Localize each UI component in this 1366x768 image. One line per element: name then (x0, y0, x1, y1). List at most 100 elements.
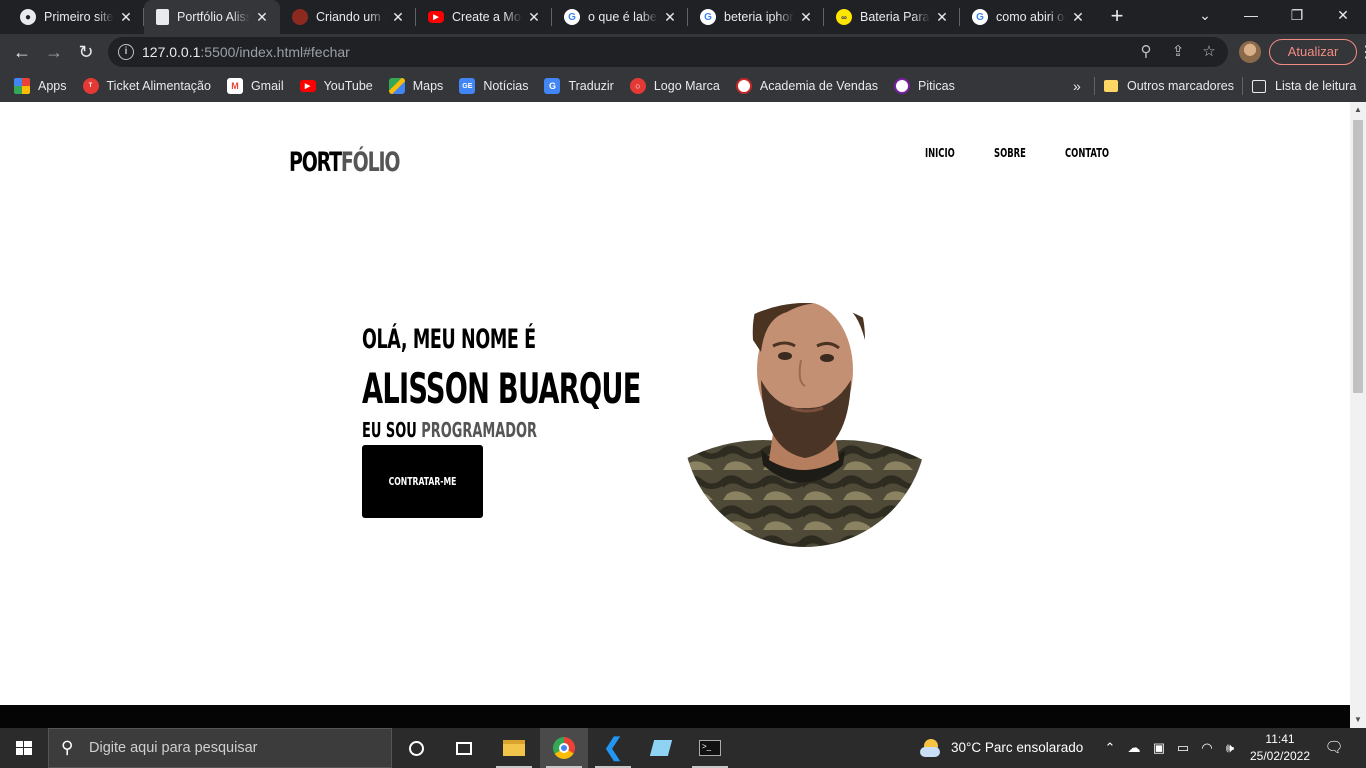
avatar-icon (292, 9, 308, 25)
youtube-icon: ▶ (299, 80, 316, 92)
reading-list-icon (1252, 79, 1266, 93)
bookmark-logo-marca[interactable]: ○ Logo Marca (629, 78, 720, 94)
address-bar[interactable]: i 127.0.0.1:5500/index.html#fechar ⚲ ⇪ ☆ (108, 37, 1228, 67)
tab-beteria[interactable]: G beteria iphone ✕ (688, 0, 824, 34)
tab-strip: ● Primeiro site ✕ Portfólio Alisson ✕ Cr… (0, 0, 1366, 34)
volume-icon[interactable]: 🕪 (1221, 739, 1239, 757)
forward-arrow-icon[interactable]: → (40, 38, 68, 66)
tab-como-abrir[interactable]: G como abiri ou ✕ (960, 0, 1096, 34)
tab-create-modal[interactable]: ▶ Create a Modal ✕ (416, 0, 552, 34)
profile-avatar[interactable] (1239, 41, 1261, 63)
hero-greeting: OLÁ, MEU NOME É (362, 324, 536, 355)
maps-icon (388, 78, 405, 94)
nav-link-inicio[interactable]: INICIO (925, 146, 955, 160)
vscode-icon[interactable]: ❮ (589, 728, 637, 768)
back-arrow-icon[interactable]: ← (8, 38, 36, 66)
nav-link-contato[interactable]: CONTATO (1065, 146, 1109, 160)
tab-title: beteria iphone (724, 10, 794, 24)
notes-app-icon[interactable] (637, 728, 685, 768)
search-icon: ⚲ (61, 738, 74, 757)
tab-criando-modal[interactable]: Criando um modal ✕ (280, 0, 416, 34)
tab-title: Criando um modal (316, 10, 386, 24)
windows-taskbar: ⚲ Digite aqui para pesquisar ❮ >_ 30°C P… (0, 728, 1366, 768)
google-icon: G (700, 9, 716, 25)
close-icon[interactable]: ✕ (662, 9, 678, 25)
logo-marca-icon: ○ (629, 78, 646, 94)
bookmark-ticket[interactable]: T Ticket Alimentação (82, 78, 211, 94)
reading-list[interactable]: Lista de leitura (1252, 70, 1356, 102)
bookmark-apps[interactable]: Apps (14, 78, 67, 94)
close-icon[interactable]: ✕ (934, 9, 950, 25)
url-text[interactable]: 127.0.0.1:5500/index.html#fechar (142, 44, 350, 60)
share-icon[interactable]: ⇪ (1169, 43, 1187, 61)
tab-primeiro-site[interactable]: ● Primeiro site ✕ (8, 0, 144, 34)
youtube-icon: ▶ (428, 11, 444, 23)
page-icon (156, 9, 169, 25)
notifications-icon[interactable]: 🗨 (1324, 739, 1344, 757)
scrollbar-thumb[interactable] (1353, 120, 1363, 393)
nav-link-sobre[interactable]: SOBRE (994, 146, 1026, 160)
meet-now-icon[interactable]: ▣ (1150, 739, 1168, 757)
google-icon: G (972, 9, 988, 25)
tab-search-icon[interactable]: ⌄ (1182, 0, 1228, 30)
bookmark-maps[interactable]: Maps (388, 78, 443, 94)
close-icon[interactable]: ✕ (526, 9, 542, 25)
chrome-taskbar-icon[interactable] (540, 728, 588, 768)
bookmark-academia[interactable]: Academia de Vendas (735, 78, 878, 94)
hire-me-button[interactable]: CONTRATAR-ME (362, 445, 483, 518)
restore-icon[interactable]: ❐ (1274, 0, 1320, 30)
weather-icon[interactable] (920, 737, 942, 759)
tab-title: o que é label (588, 10, 658, 24)
folder-icon (1104, 80, 1118, 92)
hero-name: ALISSON BUARQUE (362, 364, 641, 413)
gmail-icon: M (226, 78, 243, 94)
more-bookmarks-icon[interactable]: » (1073, 70, 1081, 102)
reload-icon[interactable]: ↻ (72, 38, 100, 66)
site-info-icon[interactable]: i (118, 44, 134, 60)
close-icon[interactable]: ✕ (118, 9, 134, 25)
close-icon[interactable]: ✕ (1070, 9, 1086, 25)
scroll-up-icon[interactable]: ▲ (1350, 102, 1366, 118)
close-icon[interactable]: ✕ (798, 9, 814, 25)
close-icon[interactable]: ✕ (390, 9, 406, 25)
tab-title: como abiri ou (996, 10, 1066, 24)
tab-title: Primeiro site (44, 10, 114, 24)
other-bookmarks[interactable]: Outros marcadores (1104, 70, 1234, 102)
update-button[interactable]: Atualizar (1269, 39, 1357, 65)
cortana-icon[interactable] (392, 728, 440, 768)
close-window-icon[interactable]: ✕ (1320, 0, 1366, 30)
tab-bateria[interactable]: ∞ Bateria Para iPhone ✕ (824, 0, 960, 34)
weather-text[interactable]: 30°C Parc ensolarado (951, 740, 1083, 755)
terminal-icon[interactable]: >_ (686, 728, 734, 768)
page-scrollbar[interactable]: ▲ ▼ (1350, 102, 1366, 728)
windows-start-button[interactable] (0, 728, 48, 768)
chevron-up-icon[interactable]: ⌃ (1101, 739, 1119, 757)
zoom-icon[interactable]: ⚲ (1137, 43, 1155, 61)
tab-title: Create a Modal (452, 10, 522, 24)
file-explorer-icon[interactable] (490, 728, 538, 768)
bookmark-traduzir[interactable]: G Traduzir (544, 78, 614, 94)
scroll-down-icon[interactable]: ▼ (1350, 712, 1366, 728)
bookmark-gmail[interactable]: M Gmail (226, 78, 284, 94)
site-logo[interactable]: PORTFÓLIO (289, 147, 400, 178)
task-view-icon[interactable] (440, 728, 488, 768)
bookmark-star-icon[interactable]: ☆ (1200, 43, 1218, 61)
kebab-menu-icon[interactable]: ⋮ (1358, 42, 1366, 62)
tab-label[interactable]: G o que é label ✕ (552, 0, 688, 34)
minimize-icon[interactable]: — (1228, 0, 1274, 30)
onedrive-icon[interactable]: ☁ (1125, 739, 1143, 757)
tab-portfolio[interactable]: Portfólio Alisson ✕ (144, 0, 280, 34)
bookmark-noticias[interactable]: GE Notícias (459, 78, 528, 94)
ticket-icon: T (82, 78, 99, 94)
wifi-icon[interactable]: ◠ (1198, 739, 1216, 757)
github-icon: ● (20, 9, 36, 25)
taskbar-search-box[interactable]: ⚲ Digite aqui para pesquisar (48, 728, 392, 768)
bookmark-youtube[interactable]: ▶ YouTube (299, 79, 373, 93)
close-icon[interactable]: ✕ (254, 9, 270, 25)
new-tab-button[interactable]: + (1102, 0, 1132, 34)
bookmarks-bar: Apps T Ticket Alimentação M Gmail ▶ YouT… (0, 70, 1366, 102)
battery-icon[interactable]: ▭ (1174, 739, 1192, 757)
google-icon: G (564, 9, 580, 25)
system-clock[interactable]: 11:41 25/02/2022 (1246, 731, 1314, 765)
bookmark-piticas[interactable]: Piticas (894, 78, 955, 94)
